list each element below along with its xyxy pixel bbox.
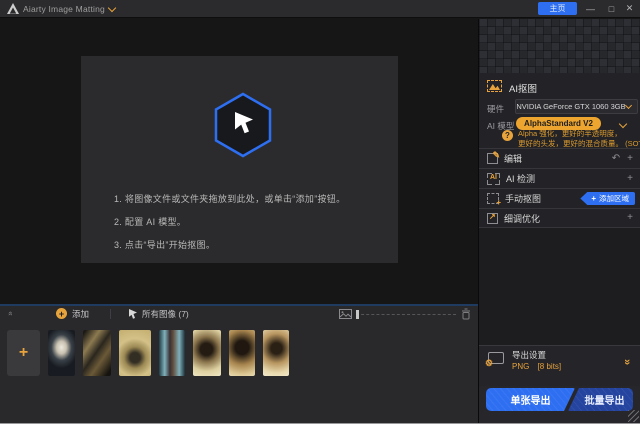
single-export-button[interactable]: 单张导出: [486, 388, 575, 411]
manual-matting-icon: +: [487, 193, 501, 207]
add-region-label: 添加区域: [599, 194, 629, 203]
thumbnail-woman-with-flowers[interactable]: [193, 330, 221, 376]
section-fine-tune[interactable]: ↗ 细调优化 +: [479, 208, 640, 228]
add-images-icon[interactable]: +: [56, 308, 67, 319]
maximize-button[interactable]: □: [604, 2, 619, 15]
drop-hexagon-cursor-icon: [214, 92, 272, 158]
batch-export-button[interactable]: 批量导出: [568, 388, 633, 411]
all-images-cursor-icon: [129, 309, 137, 319]
image-dropzone[interactable]: [81, 56, 398, 263]
add-images-button[interactable]: 添加: [72, 308, 89, 320]
ai-badge-text: AI: [490, 173, 497, 181]
thumbnail-woman-in-forest[interactable]: [159, 330, 185, 376]
hardware-label: 硬件: [487, 104, 505, 114]
home-button-label: 主页: [549, 4, 566, 13]
hardware-select[interactable]: NVIDIA GeForce GTX 1060 3GB: [515, 99, 638, 114]
single-export-label: 单张导出: [510, 396, 551, 407]
transparency-preview: [479, 19, 640, 73]
ai-detect-expand-plus-icon[interactable]: +: [627, 173, 633, 184]
thumbnail-woman-portrait-light[interactable]: [263, 330, 289, 376]
section-edit[interactable]: ✎ 编辑 ↶ +: [479, 148, 640, 168]
thumbnail-jellyfish[interactable]: [48, 330, 75, 376]
window-resize-grip[interactable]: [628, 410, 639, 422]
question-glyph: ?: [505, 131, 510, 140]
model-select-value: AlphaStandard V2: [524, 119, 593, 128]
section-manual-matting-label: 手动抠图: [505, 194, 542, 204]
pencil-icon: ✎: [492, 150, 500, 160]
fine-tune-icon: ↗: [487, 211, 498, 224]
thumbnail-list: +: [7, 330, 289, 376]
minimize-button[interactable]: —: [583, 2, 598, 15]
app-logo-icon: [7, 3, 19, 14]
add-region-plus-icon: +: [591, 194, 596, 203]
thumbnail-bicycle[interactable]: [119, 330, 151, 376]
export-collapse-double-chevron-icon[interactable]: »: [621, 359, 633, 365]
add-image-tile-plus-icon: +: [18, 344, 29, 361]
export-format: PNG [8 bits]: [512, 362, 561, 371]
minimize-icon: —: [586, 3, 595, 14]
hardware-chevron-down-icon: [624, 101, 633, 110]
export-bits-value: [8 bits]: [537, 362, 562, 371]
model-help-icon[interactable]: ?: [502, 130, 513, 141]
thumbnail-size-slider[interactable]: [356, 310, 456, 319]
ai-matting-title: AI抠图: [509, 84, 537, 95]
maximize-icon: □: [608, 3, 615, 14]
edit-expand-plus-icon[interactable]: +: [627, 153, 633, 164]
thumbnail-dragon[interactable]: [83, 330, 111, 376]
ai-detect-icon: AI: [487, 172, 500, 185]
all-images-tab[interactable]: 所有图像 (7): [142, 308, 189, 320]
arrow-ne-glyph: ↗: [489, 211, 496, 221]
fine-tune-expand-plus-icon[interactable]: +: [627, 213, 633, 223]
edit-icon: ✎: [487, 150, 500, 164]
section-manual-matting[interactable]: + 手动抠图 + 添加区域: [479, 188, 640, 208]
undo-icon[interactable]: ↶: [612, 153, 620, 164]
filmstrip-separator: [110, 309, 111, 319]
add-region-button[interactable]: + 添加区域: [580, 192, 635, 205]
batch-export-label: 批量导出: [584, 396, 625, 407]
hardware-select-value: NVIDIA GeForce GTX 1060 3GB: [516, 102, 626, 111]
close-button[interactable]: ✕: [622, 2, 637, 15]
delete-trash-icon[interactable]: [461, 308, 471, 320]
section-ai-detect-label: AI 检测: [506, 174, 536, 184]
export-settings-label: 导出设置: [512, 350, 547, 360]
collapse-panel-icon[interactable]: »: [6, 311, 15, 315]
export-format-value: PNG: [512, 362, 530, 371]
thumbnail-woman-portrait-gold[interactable]: [229, 330, 255, 376]
close-icon: ✕: [625, 3, 634, 13]
home-button[interactable]: 主页: [538, 2, 577, 15]
instruction-line-1: 1. 将图像文件或文件夹拖放到此处，或单击“添加”按钮。: [114, 194, 346, 204]
thumbnail-size-icon: [339, 309, 352, 319]
titlebar: Aiarty Image Matting 主页 — □ ✕: [0, 0, 640, 18]
manual-matting-cursor-glyph: +: [496, 198, 501, 207]
section-edit-label: 编辑: [504, 154, 523, 164]
ai-matting-icon: [487, 80, 502, 92]
app-title: Aiarty Image Matting: [23, 4, 105, 14]
section-ai-detect[interactable]: AI AI 检测 +: [479, 168, 640, 188]
instruction-line-2: 2. 配置 AI 模型。: [114, 217, 187, 227]
add-image-tile[interactable]: +: [7, 330, 40, 376]
export-settings-icon: ⚙: [485, 352, 504, 368]
sidebar-empty-area: [479, 228, 640, 345]
app-menu-chevron-down-icon[interactable]: [107, 3, 117, 13]
gear-icon: ⚙: [485, 358, 494, 368]
section-fine-tune-label: 细调优化: [504, 213, 541, 224]
instruction-line-3: 3. 点击“导出”开始抠图。: [114, 240, 216, 250]
thumbnail-size-slider-handle[interactable]: [356, 310, 359, 319]
